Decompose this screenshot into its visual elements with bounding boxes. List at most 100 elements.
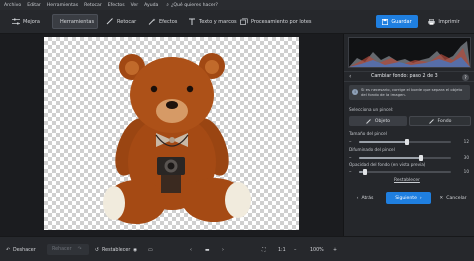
save-button[interactable]: Guardar <box>376 15 418 28</box>
reset-icon: ↺ <box>95 247 100 253</box>
blur-slider[interactable]: – 30 <box>349 154 471 162</box>
zoom-in-icon[interactable]: + <box>333 245 337 255</box>
menu-efectos[interactable]: Efectos <box>108 3 125 8</box>
object-brush-button[interactable]: Objeto <box>349 116 407 126</box>
folder-icon[interactable]: ▬ <box>205 245 210 255</box>
slider-track <box>359 155 451 161</box>
minus-icon[interactable]: – <box>349 169 352 175</box>
menu-archivo[interactable]: Archivo <box>4 3 21 8</box>
search-field[interactable]: ⌕ ¿Qué quieres hacer? <box>166 2 224 8</box>
chevron-left-icon: ‹ <box>356 195 359 201</box>
undo-button[interactable]: ↶ Deshacer <box>6 245 36 255</box>
menu-bar: Archivo Editar Herramientas Retocar Efec… <box>0 0 474 10</box>
reset-button[interactable]: ↺ Restablecer <box>95 245 130 255</box>
tab-mejora[interactable]: Mejora <box>8 14 44 29</box>
info-text: Si es necesario, corrige el borde que se… <box>361 87 463 97</box>
tab-herramientas[interactable]: Herramientas <box>52 14 98 29</box>
compare-icon[interactable]: ▭ <box>148 245 153 255</box>
brush-size-slider[interactable]: – 12 <box>349 138 471 146</box>
brush-icon <box>428 119 434 124</box>
undo-label: Deshacer <box>13 247 36 253</box>
zoom-out-icon[interactable]: – <box>294 245 296 255</box>
next-button[interactable]: Siguiente › <box>386 192 431 204</box>
image-canvas[interactable] <box>44 37 299 230</box>
tab-texto-label: Texto y marcos <box>199 18 237 25</box>
tab-herramientas-label: Herramientas <box>60 18 95 25</box>
slider-track <box>359 139 451 145</box>
menu-herramientas[interactable]: Herramientas <box>47 3 78 8</box>
minus-icon[interactable]: – <box>349 155 352 161</box>
wizard-nav: ‹ Atrás Siguiente › ✕ Cancelar <box>344 192 474 206</box>
restore-link[interactable]: Restablecer <box>394 178 420 183</box>
panel-title: Cambiar fondo: paso 2 de 3 <box>371 74 438 79</box>
opacity-slider[interactable]: – 10 <box>349 168 471 176</box>
background-brush-button[interactable]: Fondo <box>409 116 471 126</box>
select-brush-label: Selecciona un pincel: <box>349 107 394 112</box>
fit-screen-icon[interactable]: ⛶ <box>262 245 265 255</box>
background-label: Fondo <box>437 118 452 124</box>
batch-icon <box>240 18 248 25</box>
brush-icon <box>106 18 113 25</box>
tab-procesamiento-lotes[interactable]: Procesamiento por lotes <box>236 14 316 29</box>
panel-header: ‹ Cambiar fondo: paso 2 de 3 ? <box>344 71 474 82</box>
text-icon <box>189 18 195 25</box>
print-label: Imprimir <box>438 18 460 25</box>
side-panel: ‹ Cambiar fondo: paso 2 de 3 ? i Si es n… <box>343 34 474 236</box>
back-label: Atrás <box>361 195 374 201</box>
reset-label: Restablecer <box>102 247 131 253</box>
tab-efectos[interactable]: Efectos <box>144 14 181 29</box>
slider-knob[interactable] <box>363 169 367 175</box>
tab-mejora-label: Mejora <box>23 18 40 25</box>
magic-wand-icon <box>148 18 156 25</box>
slider-knob[interactable] <box>419 155 423 161</box>
back-chevron-icon[interactable]: ‹ <box>349 73 351 80</box>
opacity-value: 10 <box>463 169 469 174</box>
prev-image-icon[interactable]: ‹ <box>190 245 192 255</box>
object-label: Objeto <box>374 118 391 124</box>
brush-size-label: Tamaño del pincel <box>349 131 387 136</box>
save-label: Guardar <box>391 18 412 25</box>
print-button[interactable]: Imprimir <box>423 15 465 28</box>
undo-icon: ↶ <box>6 247 11 253</box>
slider-track <box>359 169 451 175</box>
sliders-icon <box>12 18 20 25</box>
close-icon: ✕ <box>439 195 444 201</box>
opacity-label: Opacidad del fondo (en vista previa) <box>349 162 426 167</box>
cancel-label: Cancelar <box>446 195 467 201</box>
redo-icon: ↷ <box>77 247 82 252</box>
info-icon: i <box>352 89 358 95</box>
brush-size-value: 12 <box>463 139 469 144</box>
tab-efectos-label: Efectos <box>159 18 178 25</box>
menu-ayuda[interactable]: Ayuda <box>144 3 158 8</box>
tab-lotes-label: Procesamiento por lotes <box>251 18 312 25</box>
help-icon[interactable]: ? <box>462 74 469 81</box>
chevron-right-icon: › <box>419 195 422 201</box>
menu-ver[interactable]: Ver <box>131 3 139 8</box>
brush-icon <box>366 119 371 124</box>
floppy-icon <box>382 18 389 25</box>
zoom-level: 100% <box>310 247 324 253</box>
search-icon: ⌕ <box>166 3 169 8</box>
slider-fill <box>359 141 407 143</box>
next-image-icon[interactable]: › <box>222 245 224 255</box>
minus-icon[interactable]: – <box>349 139 352 145</box>
cancel-button[interactable]: ✕ Cancelar <box>434 192 472 204</box>
tab-retocar-label: Retocar <box>117 18 137 25</box>
tab-texto-marcos[interactable]: Texto y marcos <box>184 14 241 29</box>
menu-editar[interactable]: Editar <box>27 3 41 8</box>
main-toolbar: Mejora Herramientas Retocar Efectos Text… <box>0 10 474 34</box>
slider-fill <box>359 157 421 159</box>
blur-label: Difuminado del pincel <box>349 147 395 152</box>
bottom-bar: ↶ Deshacer Rehacer ↷ ↺ Restablecer ◉ ▭ ‹… <box>0 236 474 261</box>
blur-value: 30 <box>463 155 469 160</box>
menu-retocar[interactable]: Retocar <box>84 3 102 8</box>
histogram <box>348 37 471 68</box>
tab-retocar[interactable]: Retocar <box>102 14 140 29</box>
slider-knob[interactable] <box>405 139 409 145</box>
back-button[interactable]: ‹ Atrás <box>348 192 382 204</box>
redo-button[interactable]: Rehacer ↷ <box>47 244 89 255</box>
preview-eye-icon[interactable]: ◉ <box>133 245 137 255</box>
redo-label: Rehacer <box>52 247 72 252</box>
ratio-button[interactable]: 1:1 <box>278 245 286 255</box>
search-text: ¿Qué quieres hacer? <box>170 3 218 8</box>
